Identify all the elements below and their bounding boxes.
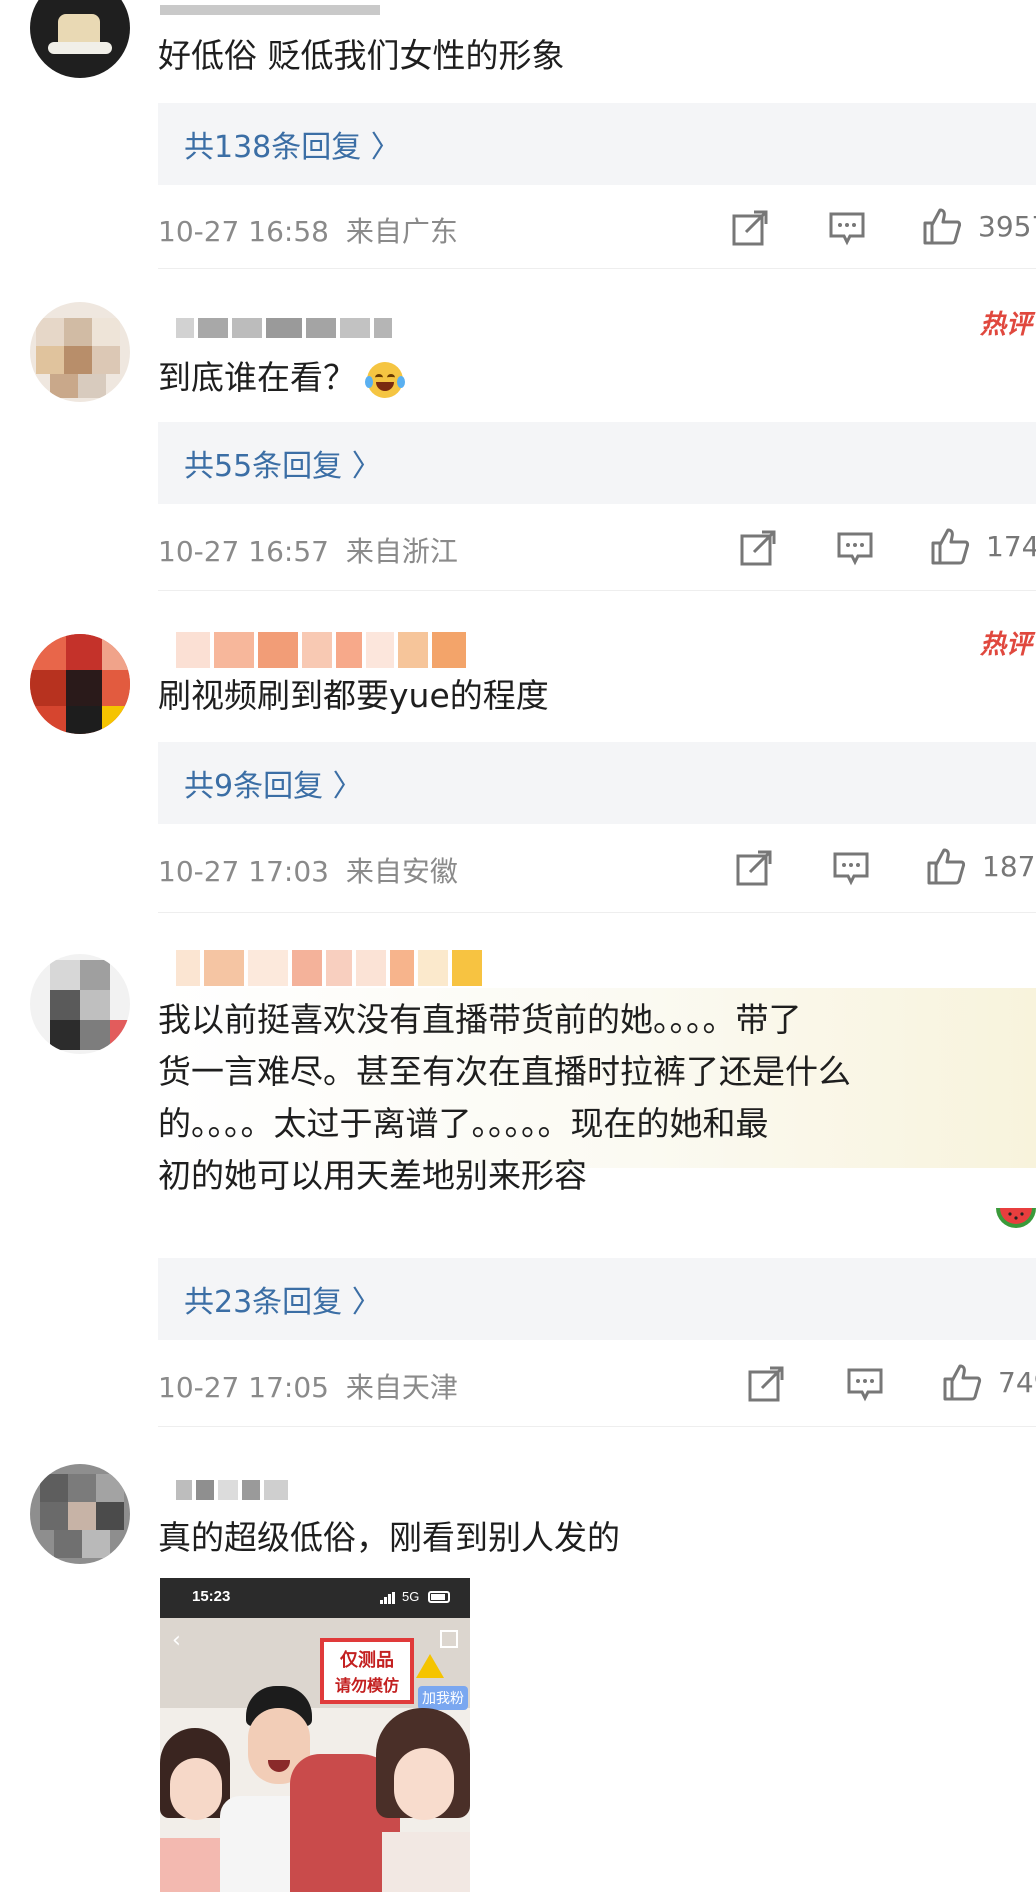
comment-text-content: 到底谁在看？	[158, 358, 356, 397]
comment-text-line: 的。。。。太过于离谱了。。。。。现在的她和最	[158, 1104, 769, 1143]
comment-location: 来自安徽	[345, 855, 458, 888]
reply-thread-button[interactable]: 共23条回复 〉	[158, 1258, 1036, 1340]
comment-text: 到底谁在看？	[158, 354, 1016, 402]
comment-text-line: 我以前挺喜欢没有直播带货前的她。。。。带了	[158, 1000, 802, 1039]
avatar[interactable]	[30, 954, 130, 1054]
person-right	[376, 1708, 470, 1892]
comment-text: 好低俗 贬低我们女性的形象	[158, 36, 565, 75]
like-count: 3957	[978, 210, 1036, 243]
watermelon-icon	[994, 1188, 1036, 1232]
status-time: 15:23	[192, 1588, 231, 1605]
hot-comment-tag: 热评	[979, 310, 1032, 340]
avatar[interactable]	[30, 0, 130, 78]
comment-meta: 10-27 16:58 来自广东	[158, 210, 458, 250]
avatar[interactable]	[30, 302, 130, 402]
avatar[interactable]	[30, 634, 130, 734]
comment-text: 刷视频刷到都要yue的程度	[158, 676, 549, 715]
username-blurred[interactable]	[176, 318, 396, 338]
comment-icon[interactable]	[836, 530, 874, 568]
reply-count-link[interactable]: 共55条回复 〉	[184, 441, 382, 485]
share-icon[interactable]	[732, 210, 770, 246]
comment-location: 来自广东	[345, 215, 458, 248]
reply-thread-button[interactable]: 共9条回复 〉	[158, 742, 1036, 824]
divider	[158, 268, 1036, 269]
avatar[interactable]	[30, 1464, 130, 1564]
thumbs-up-icon[interactable]	[926, 846, 966, 886]
username-blurred[interactable]	[176, 1480, 292, 1500]
battery-icon	[428, 1591, 450, 1603]
comment-text: 真的超级低俗，刚看到别人发的	[158, 1518, 620, 1557]
comment-icon[interactable]	[828, 210, 866, 248]
reply-count-link[interactable]: 共138条回复 〉	[184, 122, 401, 166]
warning-icon	[416, 1654, 444, 1678]
comment-time: 10-27 17:03	[158, 855, 329, 888]
comment-location: 来自浙江	[345, 535, 458, 568]
reply-count-link[interactable]: 共23条回复 〉	[184, 1277, 382, 1321]
comment-text-line: 初的她可以用天差地别来形容	[158, 1156, 587, 1195]
comment-time: 10-27 17:05	[158, 1371, 329, 1404]
status-bar: 15:23 5G	[160, 1578, 470, 1618]
signal-icon	[380, 1592, 396, 1604]
comment-meta: 10-27 17:03 来自安徽	[158, 850, 458, 890]
share-icon[interactable]	[740, 530, 778, 566]
comment-text: 我以前挺喜欢没有直播带货前的她。。。。带了 货一言难尽。甚至有次在直播时拉裤了还…	[158, 994, 1016, 1202]
username-blurred[interactable]	[160, 0, 384, 15]
reply-count-link[interactable]: 共9条回复 〉	[184, 761, 363, 805]
thumbs-up-icon[interactable]	[922, 206, 962, 246]
divider	[158, 912, 1036, 913]
fullscreen-icon[interactable]	[440, 1630, 458, 1648]
network-label: 5G	[402, 1589, 420, 1604]
reply-thread-button[interactable]: 共138条回复 〉	[158, 103, 1036, 185]
username-blurred[interactable]	[176, 632, 470, 668]
thumbs-up-icon[interactable]	[930, 526, 970, 566]
share-icon[interactable]	[736, 850, 774, 886]
comment-meta: 10-27 16:57 来自浙江	[158, 530, 458, 570]
video-thumbnail[interactable]: 15:23 5G ‹ 仅测品 请勿模仿 加我粉	[160, 1578, 470, 1892]
sign-line-1: 仅测品	[340, 1650, 394, 1671]
comment-meta: 10-27 17:05 来自天津	[158, 1366, 458, 1406]
comment-text-line: 货一言难尽。甚至有次在直播时拉裤了还是什么	[158, 1052, 851, 1091]
laughing-tears-emoji-icon	[364, 361, 405, 398]
hot-comment-tag: 热评	[979, 630, 1032, 660]
like-count: 749	[998, 1366, 1036, 1399]
share-icon[interactable]	[748, 1366, 786, 1402]
like-count: 1746	[986, 530, 1036, 563]
username-blurred[interactable]	[176, 950, 486, 986]
divider	[158, 590, 1036, 591]
comment-icon[interactable]	[832, 850, 870, 888]
comment-icon[interactable]	[846, 1366, 884, 1404]
comment-location: 来自天津	[345, 1371, 458, 1404]
reply-thread-button[interactable]: 共55条回复 〉	[158, 422, 1036, 504]
follow-badge[interactable]: 加我粉	[418, 1686, 468, 1710]
thumbs-up-icon[interactable]	[942, 1362, 982, 1402]
comment-time: 10-27 16:58	[158, 215, 329, 248]
like-count: 1873	[982, 850, 1036, 883]
divider	[158, 1426, 1036, 1427]
comment-time: 10-27 16:57	[158, 535, 329, 568]
back-icon[interactable]: ‹	[172, 1628, 181, 1653]
